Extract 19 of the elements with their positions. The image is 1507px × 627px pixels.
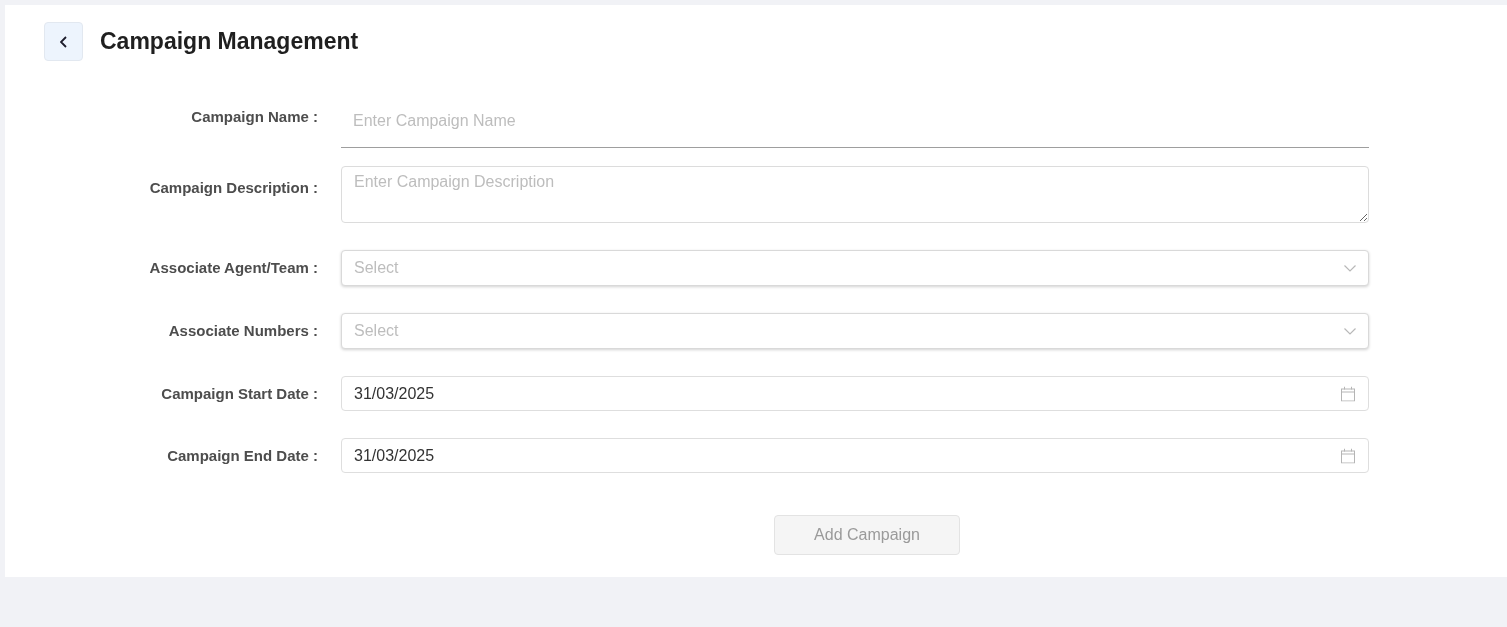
chevron-left-icon (60, 35, 67, 48)
back-button[interactable] (44, 22, 83, 61)
field-label: Campaign Start Date : (161, 383, 318, 404)
field-label: Associate Numbers : (168, 321, 318, 341)
select-field[interactable]: Select (341, 250, 1369, 286)
field-label: Campaign Description : (149, 178, 318, 198)
textarea-field[interactable]: Enter Campaign Description (341, 166, 1369, 223)
select-field[interactable]: Select (341, 313, 1369, 349)
chevron-down-icon (1344, 327, 1356, 335)
chevron-down-icon (1344, 264, 1356, 272)
field-label: Campaign Name : (191, 107, 318, 127)
page-title: Campaign Management (100, 27, 359, 57)
field-label: Campaign End Date : (167, 445, 318, 466)
date-field[interactable]: 31/03/2025 (341, 438, 1369, 473)
date-field[interactable]: 31/03/2025 (341, 376, 1369, 411)
field-label: Associate Agent/Team : (149, 258, 318, 278)
calendar-icon (1341, 448, 1355, 463)
text-field[interactable]: Enter Campaign Name (341, 100, 1369, 148)
calendar-icon (1341, 386, 1355, 401)
